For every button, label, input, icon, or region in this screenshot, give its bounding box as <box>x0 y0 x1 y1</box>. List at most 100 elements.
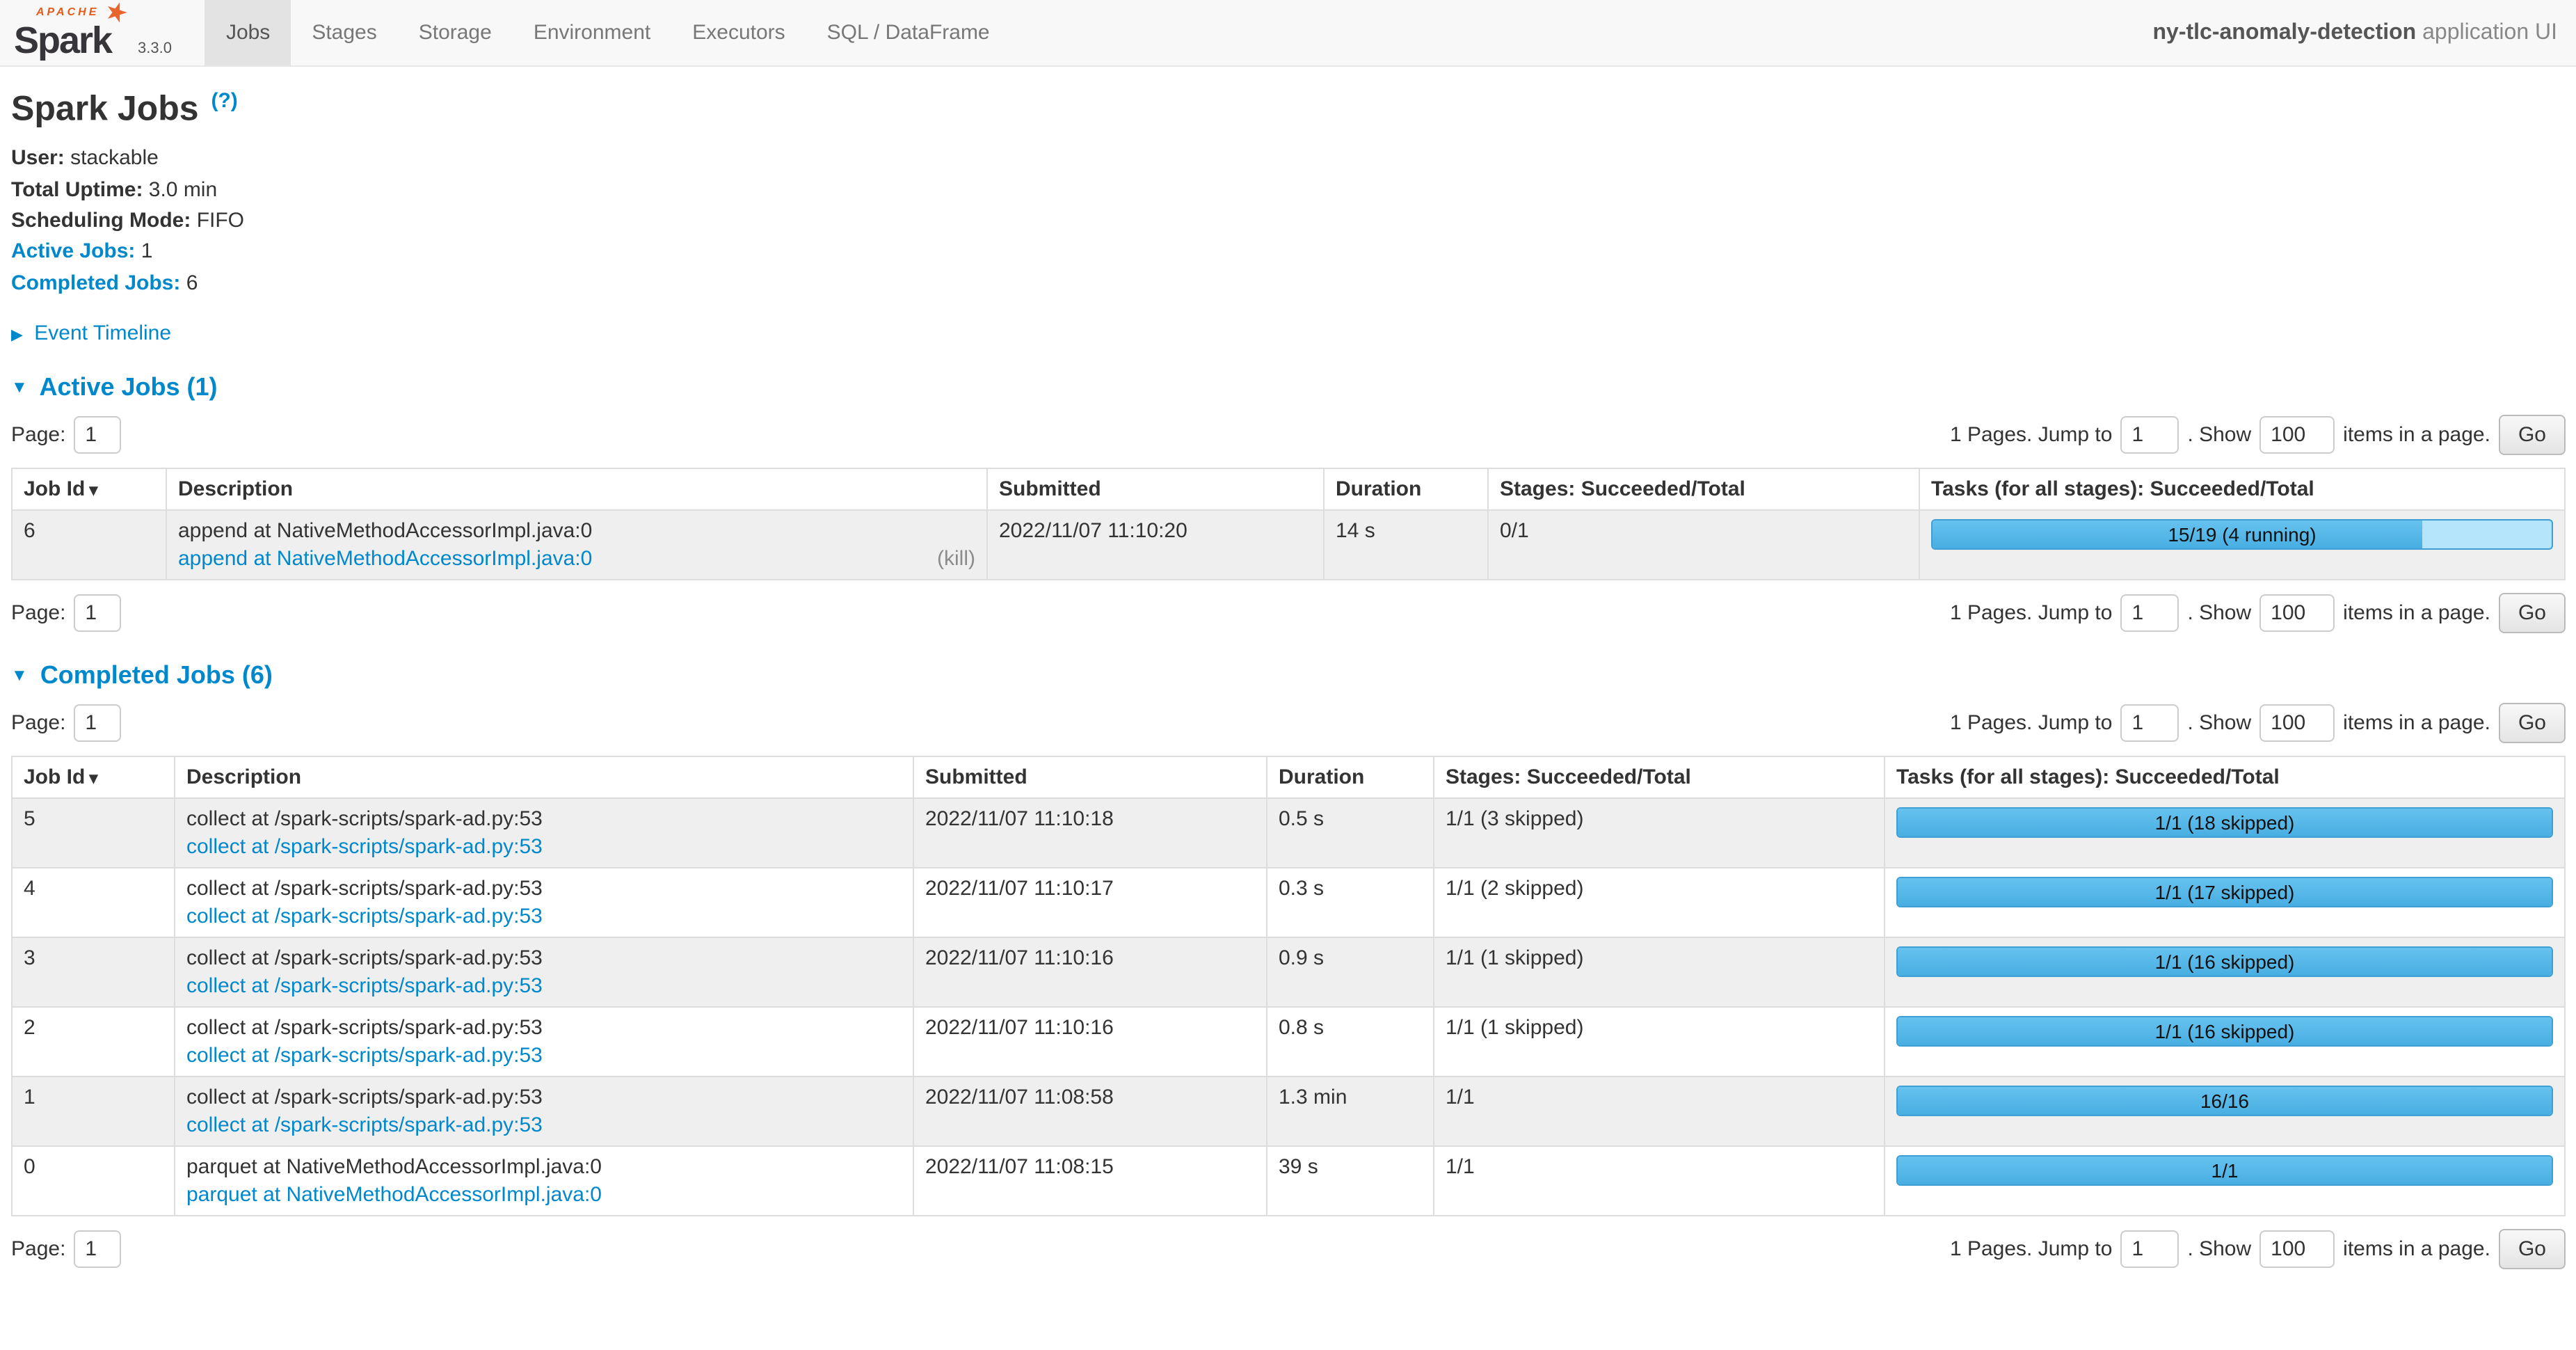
job-description-cell: collect at /spark-scripts/spark-ad.py:53… <box>175 1077 913 1146</box>
pagination-bar: Page: 1 Pages. Jump to . Show items in a… <box>11 703 2566 743</box>
tasks-progress-bar: 15/19 (4 running) <box>1931 519 2553 550</box>
page-number-input[interactable] <box>74 704 121 742</box>
tab-storage[interactable]: Storage <box>398 0 513 65</box>
jump-to-page-input[interactable] <box>2120 594 2179 632</box>
stage-link[interactable]: collect at /spark-scripts/spark-ad.py:53 <box>186 905 543 928</box>
completed-jobs-section-header[interactable]: ▼ Completed Jobs (6) <box>11 661 2566 690</box>
submitted-cell: 2022/11/07 11:08:15 <box>913 1146 1267 1216</box>
tab-executors[interactable]: Executors <box>671 0 806 65</box>
duration-cell: 1.3 min <box>1267 1077 1434 1146</box>
job-description-cell: collect at /spark-scripts/spark-ad.py:53… <box>175 937 913 1007</box>
tab-jobs[interactable]: Jobs <box>205 0 291 65</box>
tab-environment[interactable]: Environment <box>513 0 671 65</box>
submitted-cell: 2022/11/07 11:10:20 <box>987 510 1324 580</box>
summary-completed-jobs: Completed Jobs: 6 <box>11 268 2566 298</box>
column-tasks[interactable]: Tasks (for all stages): Succeeded/Total <box>1885 756 2565 798</box>
stage-link[interactable]: parquet at NativeMethodAccessorImpl.java… <box>186 1183 602 1207</box>
progress-label: 15/19 (4 running) <box>1933 521 2552 550</box>
job-description: parquet at NativeMethodAccessorImpl.java… <box>186 1155 902 1179</box>
sort-descending-icon: ▾ <box>89 480 97 500</box>
active-jobs-link[interactable]: Active Jobs: <box>11 239 135 263</box>
stage-link[interactable]: collect at /spark-scripts/spark-ad.py:53 <box>186 1113 543 1137</box>
page-title: Spark Jobs (?) <box>11 89 2566 130</box>
submitted-cell: 2022/11/07 11:10:18 <box>913 798 1267 868</box>
go-button[interactable]: Go <box>2499 593 2566 633</box>
page-label: Page: <box>11 711 65 735</box>
items-per-page-label: items in a page. <box>2343 423 2490 447</box>
jump-to-page-input[interactable] <box>2120 416 2179 454</box>
items-per-page-input[interactable] <box>2259 704 2335 742</box>
column-stages[interactable]: Stages: Succeeded/Total <box>1434 756 1885 798</box>
nav-tabs: Jobs Stages Storage Environment Executor… <box>205 0 1011 65</box>
spark-logo[interactable]: APACHE Spark ★ <box>14 1 131 60</box>
jump-to-page-input[interactable] <box>2120 1230 2179 1268</box>
table-row: 2 collect at /spark-scripts/spark-ad.py:… <box>12 1007 2565 1077</box>
items-per-page-input[interactable] <box>2259 416 2335 454</box>
tasks-cell: 16/16 <box>1885 1077 2565 1146</box>
pagination-bar: Page: 1 Pages. Jump to . Show items in a… <box>11 415 2566 455</box>
column-job-id[interactable]: Job Id▾ <box>12 756 175 798</box>
stages-cell: 1/1 <box>1434 1077 1885 1146</box>
job-id-cell: 4 <box>12 868 175 937</box>
tasks-progress-bar: 16/16 <box>1896 1086 2553 1116</box>
event-timeline-toggle[interactable]: ▶ Event Timeline <box>11 321 2566 345</box>
page-number-input[interactable] <box>74 594 121 632</box>
column-submitted[interactable]: Submitted <box>913 756 1267 798</box>
brand: APACHE Spark ★ 3.3.0 <box>0 0 186 65</box>
tasks-cell: 1/1 <box>1885 1146 2565 1216</box>
table-header-row: Job Id▾ Description Submitted Duration S… <box>12 756 2565 798</box>
help-link[interactable]: (?) <box>211 89 237 113</box>
tasks-progress-bar: 1/1 (17 skipped) <box>1896 877 2553 907</box>
show-label: . Show <box>2187 711 2251 735</box>
go-button[interactable]: Go <box>2499 415 2566 455</box>
duration-cell: 0.5 s <box>1267 798 1434 868</box>
job-description-cell: parquet at NativeMethodAccessorImpl.java… <box>175 1146 913 1216</box>
submitted-cell: 2022/11/07 11:08:58 <box>913 1077 1267 1146</box>
pages-count-label: 1 Pages. Jump to <box>1950 711 2112 735</box>
column-job-id[interactable]: Job Id▾ <box>12 468 166 510</box>
summary-uptime: Total Uptime: 3.0 min <box>11 175 2566 205</box>
column-description[interactable]: Description <box>175 756 913 798</box>
sort-descending-icon: ▾ <box>89 768 97 788</box>
go-button[interactable]: Go <box>2499 703 2566 743</box>
tasks-progress-bar: 1/1 <box>1896 1155 2553 1186</box>
column-submitted[interactable]: Submitted <box>987 468 1324 510</box>
column-duration[interactable]: Duration <box>1267 756 1434 798</box>
stage-link[interactable]: collect at /spark-scripts/spark-ad.py:53 <box>186 974 543 998</box>
active-jobs-section-header[interactable]: ▼ Active Jobs (1) <box>11 373 2566 402</box>
stage-link[interactable]: collect at /spark-scripts/spark-ad.py:53 <box>186 1044 543 1067</box>
application-name: ny-tlc-anomaly-detection application UI <box>2153 0 2576 65</box>
job-description-cell: collect at /spark-scripts/spark-ad.py:53… <box>175 1007 913 1077</box>
jump-to-page-input[interactable] <box>2120 704 2179 742</box>
column-tasks[interactable]: Tasks (for all stages): Succeeded/Total <box>1919 468 2565 510</box>
go-button[interactable]: Go <box>2499 1229 2566 1269</box>
tasks-progress-bar: 1/1 (18 skipped) <box>1896 807 2553 838</box>
user-value: stackable <box>70 147 159 170</box>
tab-stages[interactable]: Stages <box>291 0 397 65</box>
stage-link[interactable]: append at NativeMethodAccessorImpl.java:… <box>178 547 592 571</box>
column-description[interactable]: Description <box>166 468 987 510</box>
application-name-suffix: application UI <box>2416 21 2557 45</box>
tab-sql-dataframe[interactable]: SQL / DataFrame <box>806 0 1011 65</box>
spark-version: 3.3.0 <box>138 40 172 60</box>
column-stages[interactable]: Stages: Succeeded/Total <box>1488 468 1919 510</box>
pagination-bar: Page: 1 Pages. Jump to . Show items in a… <box>11 593 2566 633</box>
job-description: collect at /spark-scripts/spark-ad.py:53 <box>186 1086 902 1109</box>
items-per-page-input[interactable] <box>2259 594 2335 632</box>
stages-cell: 1/1 (1 skipped) <box>1434 937 1885 1007</box>
table-row: 0 parquet at NativeMethodAccessorImpl.ja… <box>12 1146 2565 1216</box>
expanded-arrow-icon: ▼ <box>11 377 28 397</box>
page-number-input[interactable] <box>74 416 121 454</box>
items-per-page-input[interactable] <box>2259 1230 2335 1268</box>
kill-link[interactable]: (kill) <box>937 547 975 571</box>
stages-cell: 1/1 (3 skipped) <box>1434 798 1885 868</box>
summary-scheduling-mode: Scheduling Mode: FIFO <box>11 206 2566 236</box>
job-description: collect at /spark-scripts/spark-ad.py:53 <box>186 946 902 970</box>
stage-link[interactable]: collect at /spark-scripts/spark-ad.py:53 <box>186 835 543 859</box>
column-duration[interactable]: Duration <box>1324 468 1488 510</box>
page-number-input[interactable] <box>74 1230 121 1268</box>
tasks-cell: 1/1 (18 skipped) <box>1885 798 2565 868</box>
tasks-progress-bar: 1/1 (16 skipped) <box>1896 1016 2553 1047</box>
duration-cell: 39 s <box>1267 1146 1434 1216</box>
completed-jobs-link[interactable]: Completed Jobs: <box>11 271 180 294</box>
